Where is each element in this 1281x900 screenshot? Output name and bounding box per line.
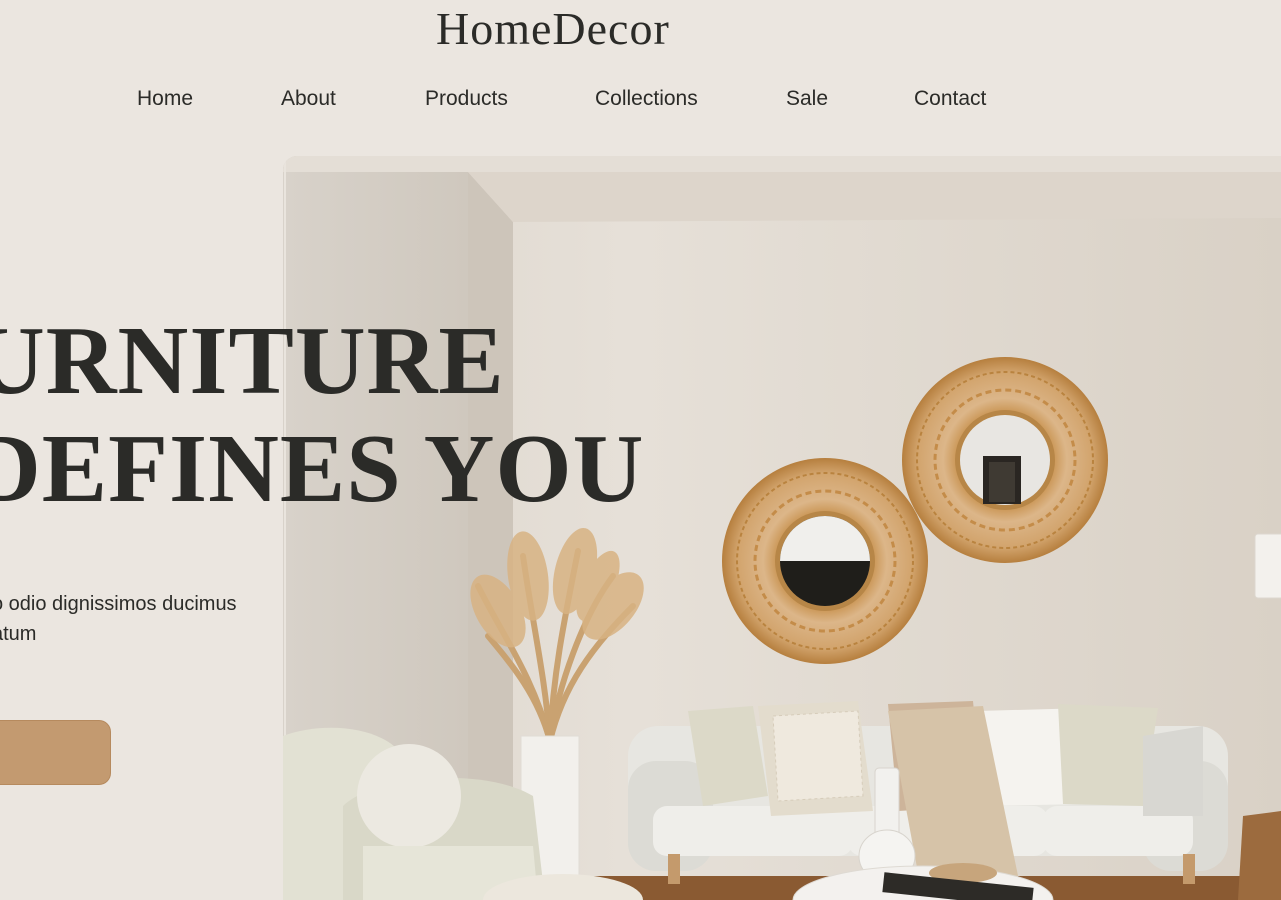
shop-now-button[interactable] <box>0 720 111 785</box>
nav-item-contact[interactable]: Contact <box>914 86 986 112</box>
nav-item-products[interactable]: Products <box>425 86 508 112</box>
living-room-photo <box>283 156 1281 900</box>
main-nav: Home About Products Collections Sale Con… <box>0 86 1100 112</box>
mirror-left <box>722 458 928 664</box>
nav-item-collections[interactable]: Collections <box>595 86 698 112</box>
mirror-right <box>902 357 1108 563</box>
nav-item-about[interactable]: About <box>281 86 336 112</box>
brand-logo[interactable]: HomeDecor <box>436 4 696 54</box>
nav-item-home[interactable]: Home <box>137 86 193 112</box>
hero-headline-line2: DEFINES YOU <box>0 415 645 523</box>
hero-paragraph-line1: o odio dignissimos ducimus <box>0 593 237 615</box>
hero-image <box>283 156 1281 900</box>
hero-paragraph-line2: atum <box>0 623 37 645</box>
nav-item-sale[interactable]: Sale <box>786 86 828 112</box>
hero-headline-line1: URNITURE <box>0 307 505 415</box>
